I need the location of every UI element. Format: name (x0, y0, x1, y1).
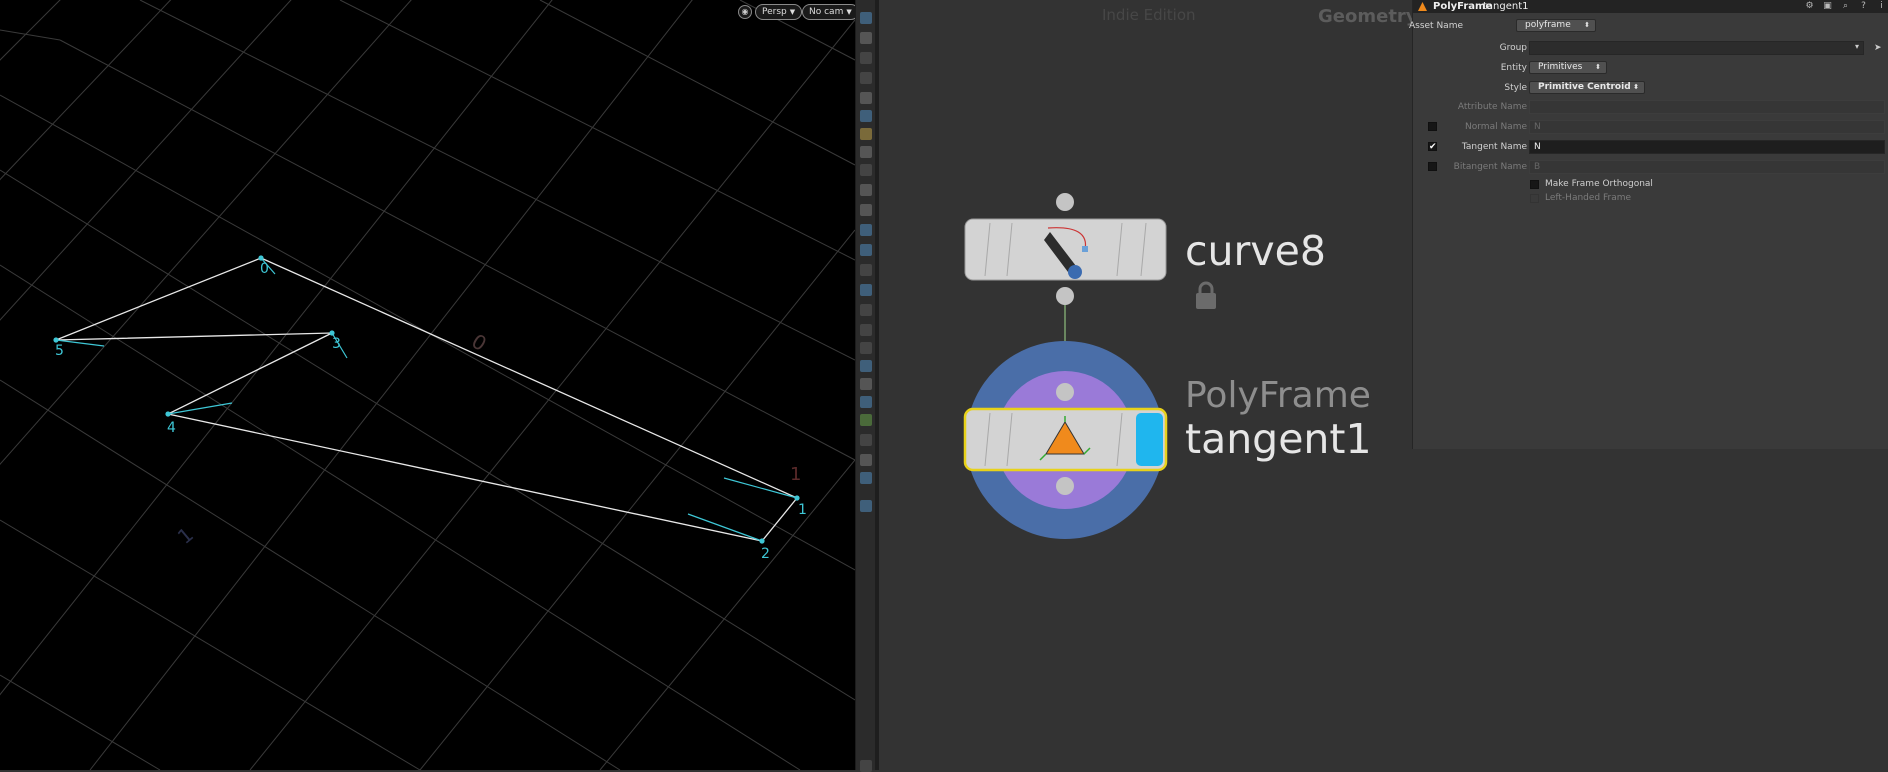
entity-menu[interactable]: Primitives ⬍ (1529, 61, 1607, 74)
point-number: 5 (55, 343, 64, 359)
bitangent-name-label: Bitangent Name (1453, 162, 1527, 172)
display-flag[interactable] (1136, 413, 1163, 466)
axes-icon[interactable] (860, 434, 872, 446)
tangent1-node-type: PolyFrame (1185, 375, 1371, 416)
sphere-tool-icon[interactable] (860, 396, 872, 408)
style-menu[interactable]: Primitive Centroid ⬍ (1529, 81, 1645, 94)
gear-icon[interactable]: ⚙ (1805, 2, 1814, 11)
bulb-icon[interactable] (860, 128, 872, 140)
viewport-canvas[interactable]: 0 1 1 0 1 2 3 4 5 (0, 0, 855, 770)
parameter-header: PolyFrame tangent1 ⚙ ▣ ⌕ ? i (1413, 0, 1888, 13)
axis-marker: 1 (790, 464, 801, 485)
make-frame-orthogonal-label: Make Frame Orthogonal (1545, 179, 1653, 189)
point-number: 3 (332, 336, 341, 352)
group-label: Group (1499, 43, 1527, 53)
curve8-node-name[interactable]: curve8 (1185, 231, 1326, 272)
input-connector[interactable] (1056, 383, 1074, 401)
tangent-name-label: Tangent Name (1461, 142, 1527, 152)
viewport-toolbar (855, 0, 876, 772)
ground-grid (0, 0, 855, 770)
select-tool-icon[interactable] (860, 12, 872, 24)
tangent-name-field[interactable]: N (1529, 140, 1885, 154)
input-connector[interactable] (1056, 193, 1074, 211)
tangent1-node[interactable] (963, 407, 1168, 472)
axis-marker: 1 (173, 522, 198, 549)
sphere-icon[interactable] (860, 92, 872, 104)
asset-name-label: Asset Name (1408, 21, 1463, 31)
lock-icon[interactable] (860, 52, 872, 64)
cam-menu[interactable]: No cam ▼ (802, 4, 855, 20)
style-value: Primitive Centroid (1538, 82, 1631, 92)
network-icon[interactable] (860, 164, 872, 176)
chevron-updown-icon: ⬍ (1633, 83, 1639, 91)
save-icon[interactable]: ▣ (1823, 2, 1832, 11)
box-icon[interactable] (860, 378, 872, 390)
normal-name-label: Normal Name (1465, 122, 1527, 132)
curve-icon[interactable] (860, 360, 872, 372)
chevron-down-icon: ▼ (846, 8, 852, 16)
info-icon[interactable] (860, 760, 872, 772)
bracket-icon[interactable] (860, 342, 872, 354)
render-icon[interactable] (860, 204, 872, 216)
chevron-down-icon: ▼ (789, 8, 796, 16)
point-number: 1 (798, 502, 807, 518)
polyframe-icon (1418, 2, 1427, 11)
skull-icon[interactable] (860, 146, 872, 158)
square-icon[interactable] (860, 454, 872, 466)
point-number: 4 (167, 420, 176, 436)
normal-name-field: N (1529, 120, 1885, 134)
lock-icon[interactable] (1194, 281, 1218, 311)
output-connector[interactable] (1056, 287, 1074, 305)
search-icon[interactable]: ⌕ (1841, 2, 1850, 11)
point-number: 0 (260, 261, 269, 277)
scene-viewport[interactable]: 0 1 1 0 1 2 3 4 5 ◉ Persp ▼ No cam ▼ (0, 0, 855, 770)
asset-name-value: polyframe (1525, 20, 1571, 30)
info-icon[interactable]: i (1877, 2, 1886, 11)
light-icon[interactable] (860, 72, 872, 84)
tangent-vectors (55, 257, 798, 542)
asset-name-menu[interactable]: polyframe ⬍ (1516, 19, 1596, 32)
camera-menu-label: Persp (762, 7, 787, 17)
curve-points[interactable] (53, 255, 800, 544)
entity-label: Entity (1500, 63, 1527, 73)
paint-icon[interactable] (860, 324, 872, 336)
help-icon[interactable]: ? (1859, 2, 1868, 11)
left-handed-frame-checkbox (1530, 194, 1539, 203)
display-icon[interactable] (860, 110, 872, 122)
node-name-title[interactable]: tangent1 (1483, 0, 1529, 13)
chevron-updown-icon: ⬍ (1595, 63, 1601, 71)
pencil-icon[interactable] (860, 264, 872, 276)
display-options-icon[interactable] (860, 472, 872, 484)
output-connector[interactable] (1056, 477, 1074, 495)
style-label: Style (1504, 83, 1527, 93)
map-icon[interactable] (860, 414, 872, 426)
brush-icon[interactable] (860, 304, 872, 316)
viewport-lock-icon[interactable]: ◉ (738, 5, 752, 19)
group-field[interactable] (1529, 41, 1864, 55)
tangent1-node-name[interactable]: tangent1 (1185, 419, 1372, 460)
grid-snap-icon[interactable] (860, 244, 872, 256)
snap-icon[interactable] (860, 224, 872, 236)
camera-icon[interactable] (860, 184, 872, 196)
edition-watermark: Indie Edition (1102, 6, 1196, 24)
entity-value: Primitives (1538, 62, 1583, 72)
vertex-snap-icon[interactable] (860, 284, 872, 296)
cam-menu-label: No cam (809, 7, 844, 17)
camera-menu[interactable]: Persp ▼ (755, 4, 803, 20)
curve8-node[interactable] (964, 218, 1167, 281)
network-graph[interactable] (950, 180, 1200, 550)
dropdown-arrow-icon[interactable]: ▾ (1855, 42, 1859, 51)
make-frame-orthogonal-checkbox[interactable] (1530, 180, 1539, 189)
attribute-name-field (1529, 100, 1885, 114)
point-number: 2 (761, 546, 770, 562)
left-handed-frame-label: Left-Handed Frame (1545, 193, 1632, 203)
curve-geometry[interactable] (55, 257, 799, 542)
bitangent-name-field: B (1529, 160, 1885, 174)
chevron-updown-icon: ⬍ (1584, 21, 1590, 29)
attribute-name-label: Attribute Name (1457, 102, 1527, 112)
select-arrow-icon[interactable]: ➤ (1874, 43, 1882, 53)
parameter-pane: PolyFrame tangent1 ⚙ ▣ ⌕ ? i Asset Name … (1409, 0, 1888, 449)
ghost-icon[interactable] (860, 32, 872, 44)
pin-icon[interactable] (860, 500, 872, 512)
